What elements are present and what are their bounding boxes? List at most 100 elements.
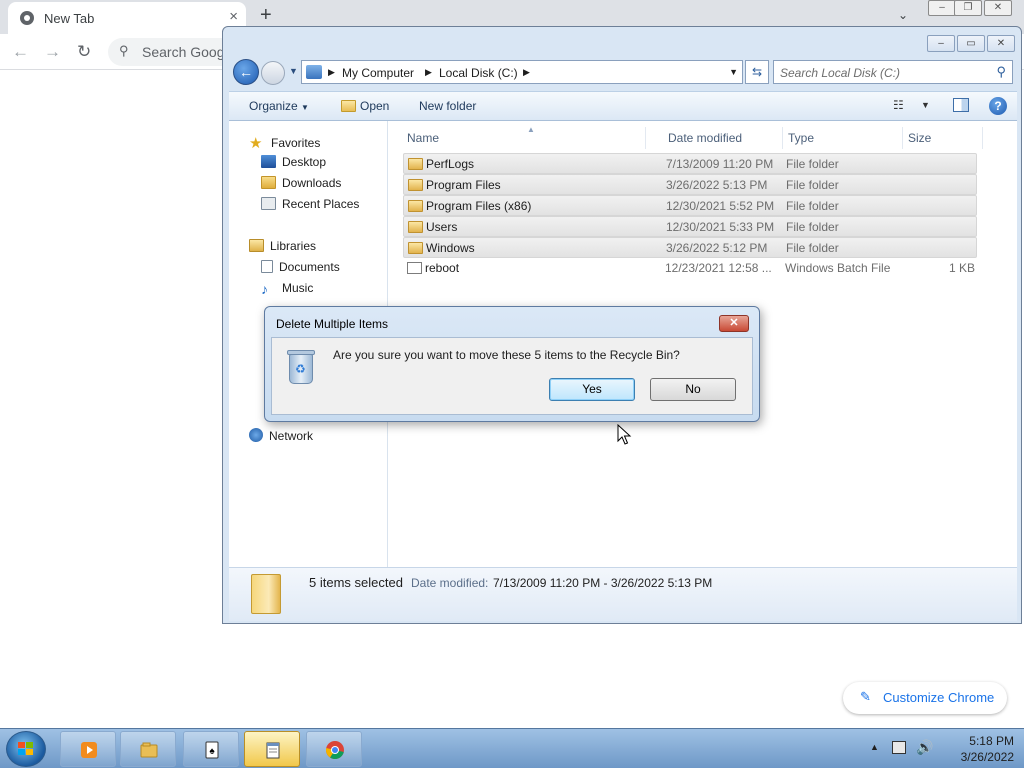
open-button[interactable]: Open xyxy=(341,99,389,113)
clock-time[interactable]: 5:18 PM xyxy=(954,734,1014,748)
views-icon[interactable]: ☷ xyxy=(893,98,904,112)
file-row-program-files[interactable]: Program Files 3/26/2022 5:13 PM File fol… xyxy=(403,174,977,195)
column-divider[interactable] xyxy=(645,127,646,149)
taskbar-notepad[interactable] xyxy=(244,731,300,767)
file-type: File folder xyxy=(786,157,839,171)
file-size: 1 KB xyxy=(948,261,975,275)
file-date: 12/23/2021 12:58 ... xyxy=(665,261,772,275)
open-label: Open xyxy=(360,99,390,113)
recent-places-icon xyxy=(261,197,276,210)
breadcrumb-my-computer[interactable]: My Computer xyxy=(342,66,414,80)
column-divider[interactable] xyxy=(902,127,903,149)
close-tab-icon[interactable]: × xyxy=(229,8,238,25)
column-headers: ▲ Name Date modified Type Size xyxy=(389,125,1017,149)
new-folder-button[interactable]: New folder xyxy=(419,99,476,113)
breadcrumb-separator-icon[interactable]: ▶ xyxy=(328,67,335,78)
customize-chrome-button[interactable]: ✎ Customize Chrome xyxy=(843,682,1007,714)
column-header-type[interactable]: Type xyxy=(788,131,814,145)
taskbar-media-player[interactable] xyxy=(60,731,116,767)
yes-button[interactable]: Yes xyxy=(549,378,635,401)
explorer-search-placeholder: Search Local Disk (C:) xyxy=(780,66,901,80)
documents-icon xyxy=(261,260,273,273)
explorer-minimize-button[interactable]: – xyxy=(927,35,955,52)
column-header-size[interactable]: Size xyxy=(908,131,931,145)
folder-icon xyxy=(408,158,423,170)
folder-open-icon xyxy=(341,100,356,112)
multiple-folders-icon xyxy=(251,574,281,614)
sort-ascending-icon: ▲ xyxy=(527,125,535,134)
chrome-favicon-icon xyxy=(20,11,34,25)
forward-arrow-icon[interactable]: → xyxy=(44,42,61,62)
breadcrumb-separator-icon[interactable]: ▶ xyxy=(425,67,432,78)
nav-label: Music xyxy=(282,281,314,295)
nav-item-downloads[interactable]: Downloads xyxy=(261,176,341,190)
file-type: File folder xyxy=(786,199,839,213)
column-divider[interactable] xyxy=(982,127,983,149)
clock-date[interactable]: 3/26/2022 xyxy=(942,750,1014,764)
dialog-close-button[interactable]: ✕ xyxy=(719,315,749,332)
explorer-back-icon[interactable]: ← xyxy=(233,59,259,85)
breadcrumb-local-disk[interactable]: Local Disk (C:) xyxy=(439,66,518,80)
nav-item-desktop[interactable]: Desktop xyxy=(261,155,326,169)
desktop-icon xyxy=(261,155,276,168)
windows-logo-icon xyxy=(18,742,34,756)
tab-search-chevron-icon[interactable]: ⌄ xyxy=(898,8,908,22)
new-tab-button[interactable]: + xyxy=(260,4,272,27)
details-date-label: Date modified: xyxy=(411,576,489,590)
nav-item-recent-places[interactable]: Recent Places xyxy=(261,197,359,211)
address-box[interactable]: ▶ My Computer ▶ Local Disk (C:) ▶ ▼ xyxy=(301,60,743,84)
nav-item-music[interactable]: ♪ Music xyxy=(261,281,313,297)
recycle-bin-icon: ♻ xyxy=(286,348,316,384)
details-pane: 5 items selected Date modified: 7/13/200… xyxy=(229,567,1017,621)
chrome-minimize-button[interactable]: – xyxy=(928,0,956,16)
search-icon: ⚲ xyxy=(119,43,129,58)
file-type: File folder xyxy=(786,178,839,192)
show-hidden-icons-icon[interactable]: ▲ xyxy=(870,742,879,752)
file-type: File folder xyxy=(786,241,839,255)
media-player-icon xyxy=(81,742,97,758)
chrome-restore-button[interactable]: ❐ xyxy=(954,0,982,16)
file-row-users[interactable]: Users 12/30/2021 5:33 PM File folder xyxy=(403,216,977,237)
details-date-value: 7/13/2009 11:20 PM - 3/26/2022 5:13 PM xyxy=(493,576,713,590)
explorer-forward-icon[interactable] xyxy=(261,61,285,85)
file-name: Program Files (x86) xyxy=(426,199,532,213)
nav-label: Downloads xyxy=(282,176,342,190)
breadcrumb-separator-icon[interactable]: ▶ xyxy=(523,67,530,78)
back-arrow-icon[interactable]: ← xyxy=(12,42,29,62)
file-row-reboot[interactable]: reboot 12/23/2021 12:58 ... Windows Batc… xyxy=(403,258,977,279)
volume-icon[interactable]: 🔊 xyxy=(916,739,933,756)
help-icon[interactable]: ? xyxy=(989,97,1007,115)
nav-item-network[interactable]: Network xyxy=(249,428,313,443)
column-header-date-modified[interactable]: Date modified xyxy=(668,131,742,145)
views-dropdown-icon[interactable]: ▼ xyxy=(921,100,930,110)
no-button[interactable]: No xyxy=(650,378,736,401)
explorer-caption-buttons: – ▭ ✕ xyxy=(925,35,1015,52)
taskbar-solitaire[interactable]: ♠ xyxy=(183,731,239,767)
chrome-tab-new-tab[interactable]: New Tab × xyxy=(8,2,246,34)
nav-item-favorites[interactable]: ★ Favorites xyxy=(249,134,320,152)
organize-button[interactable]: Organize ▼ xyxy=(249,99,309,113)
column-divider[interactable] xyxy=(782,127,783,149)
address-dropdown-icon[interactable]: ▼ xyxy=(729,67,738,77)
explorer-search-input[interactable]: Search Local Disk (C:) ⚲ xyxy=(773,60,1013,84)
recent-pages-chevron-icon[interactable]: ▼ xyxy=(289,66,298,76)
start-button[interactable] xyxy=(6,731,46,767)
file-row-program-files-x86[interactable]: Program Files (x86) 12/30/2021 5:52 PM F… xyxy=(403,195,977,216)
column-header-name[interactable]: Name xyxy=(407,131,439,145)
chrome-close-button[interactable]: ✕ xyxy=(984,0,1012,16)
refresh-icon[interactable]: ⇆ xyxy=(745,60,769,84)
preview-pane-icon[interactable] xyxy=(953,98,969,112)
file-row-perflogs[interactable]: PerfLogs 7/13/2009 11:20 PM File folder xyxy=(403,153,977,174)
file-name: Windows xyxy=(426,241,475,255)
network-tray-icon[interactable] xyxy=(892,741,906,754)
file-row-windows[interactable]: Windows 3/26/2022 5:12 PM File folder xyxy=(403,237,977,258)
file-date: 12/30/2021 5:52 PM xyxy=(666,199,775,213)
nav-item-libraries[interactable]: Libraries xyxy=(249,239,316,253)
explorer-close-button[interactable]: ✕ xyxy=(987,35,1015,52)
taskbar-explorer[interactable] xyxy=(120,731,176,767)
explorer-maximize-button[interactable]: ▭ xyxy=(957,35,985,52)
taskbar-chrome[interactable] xyxy=(306,731,362,767)
nav-item-documents[interactable]: Documents xyxy=(261,260,340,274)
file-date: 3/26/2022 5:12 PM xyxy=(666,241,768,255)
reload-icon[interactable]: ↻ xyxy=(77,42,91,62)
